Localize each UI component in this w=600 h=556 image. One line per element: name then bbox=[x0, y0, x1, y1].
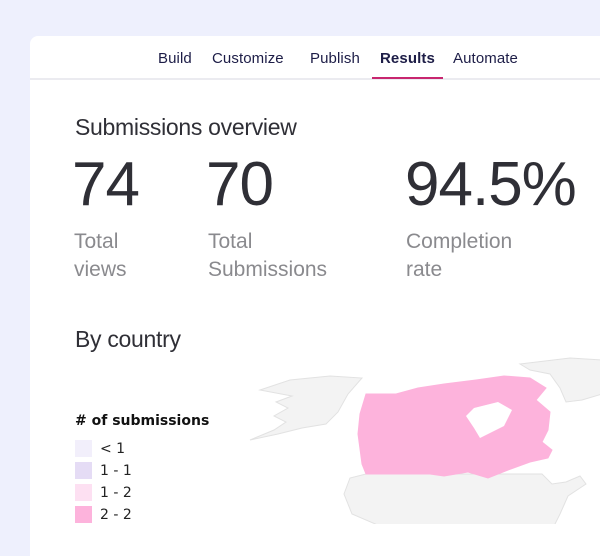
legend-swatch bbox=[75, 506, 92, 523]
map-region-usa[interactable] bbox=[343, 473, 587, 524]
legend-label: 2 - 2 bbox=[100, 507, 132, 523]
label-line: Total bbox=[74, 230, 119, 253]
label-line: rate bbox=[406, 258, 443, 281]
country-map[interactable] bbox=[230, 354, 600, 524]
by-country-title: By country bbox=[75, 326, 181, 352]
tab-publish[interactable]: Publish bbox=[310, 50, 360, 67]
legend-swatch bbox=[75, 440, 92, 457]
tab-bar: Build Customize Publish Results Automate bbox=[30, 36, 600, 80]
tab-automate[interactable]: Automate bbox=[453, 50, 518, 67]
stat-total-submissions-value: 70 bbox=[206, 150, 274, 219]
legend-label: 1 - 2 bbox=[100, 485, 132, 501]
stat-completion-rate-value: 94.5% bbox=[405, 150, 577, 219]
map-region-canada[interactable] bbox=[357, 375, 553, 479]
label-line: views bbox=[74, 258, 127, 281]
label-line: Submissions bbox=[208, 258, 328, 281]
stat-total-views-value: 74 bbox=[72, 150, 140, 219]
stat-total-views-label: Total views bbox=[74, 228, 127, 284]
stat-total-submissions-label: Total Submissions bbox=[208, 228, 327, 284]
legend-label: 1 - 1 bbox=[100, 463, 132, 479]
tab-customize[interactable]: Customize bbox=[212, 50, 284, 67]
stat-completion-rate-label: Completion rate bbox=[406, 228, 512, 284]
map-region-alaska[interactable] bbox=[249, 375, 364, 441]
legend-label: < 1 bbox=[100, 441, 126, 457]
results-card: Build Customize Publish Results Automate… bbox=[30, 36, 600, 556]
tab-build[interactable]: Build bbox=[158, 50, 192, 67]
tab-results[interactable]: Results bbox=[372, 50, 443, 79]
label-line: Completion bbox=[406, 230, 513, 253]
legend-swatch bbox=[75, 484, 92, 501]
legend-swatch bbox=[75, 462, 92, 479]
overview-title: Submissions overview bbox=[75, 114, 297, 140]
legend-title: # of submissions bbox=[75, 413, 210, 429]
label-line: Total bbox=[208, 230, 253, 253]
